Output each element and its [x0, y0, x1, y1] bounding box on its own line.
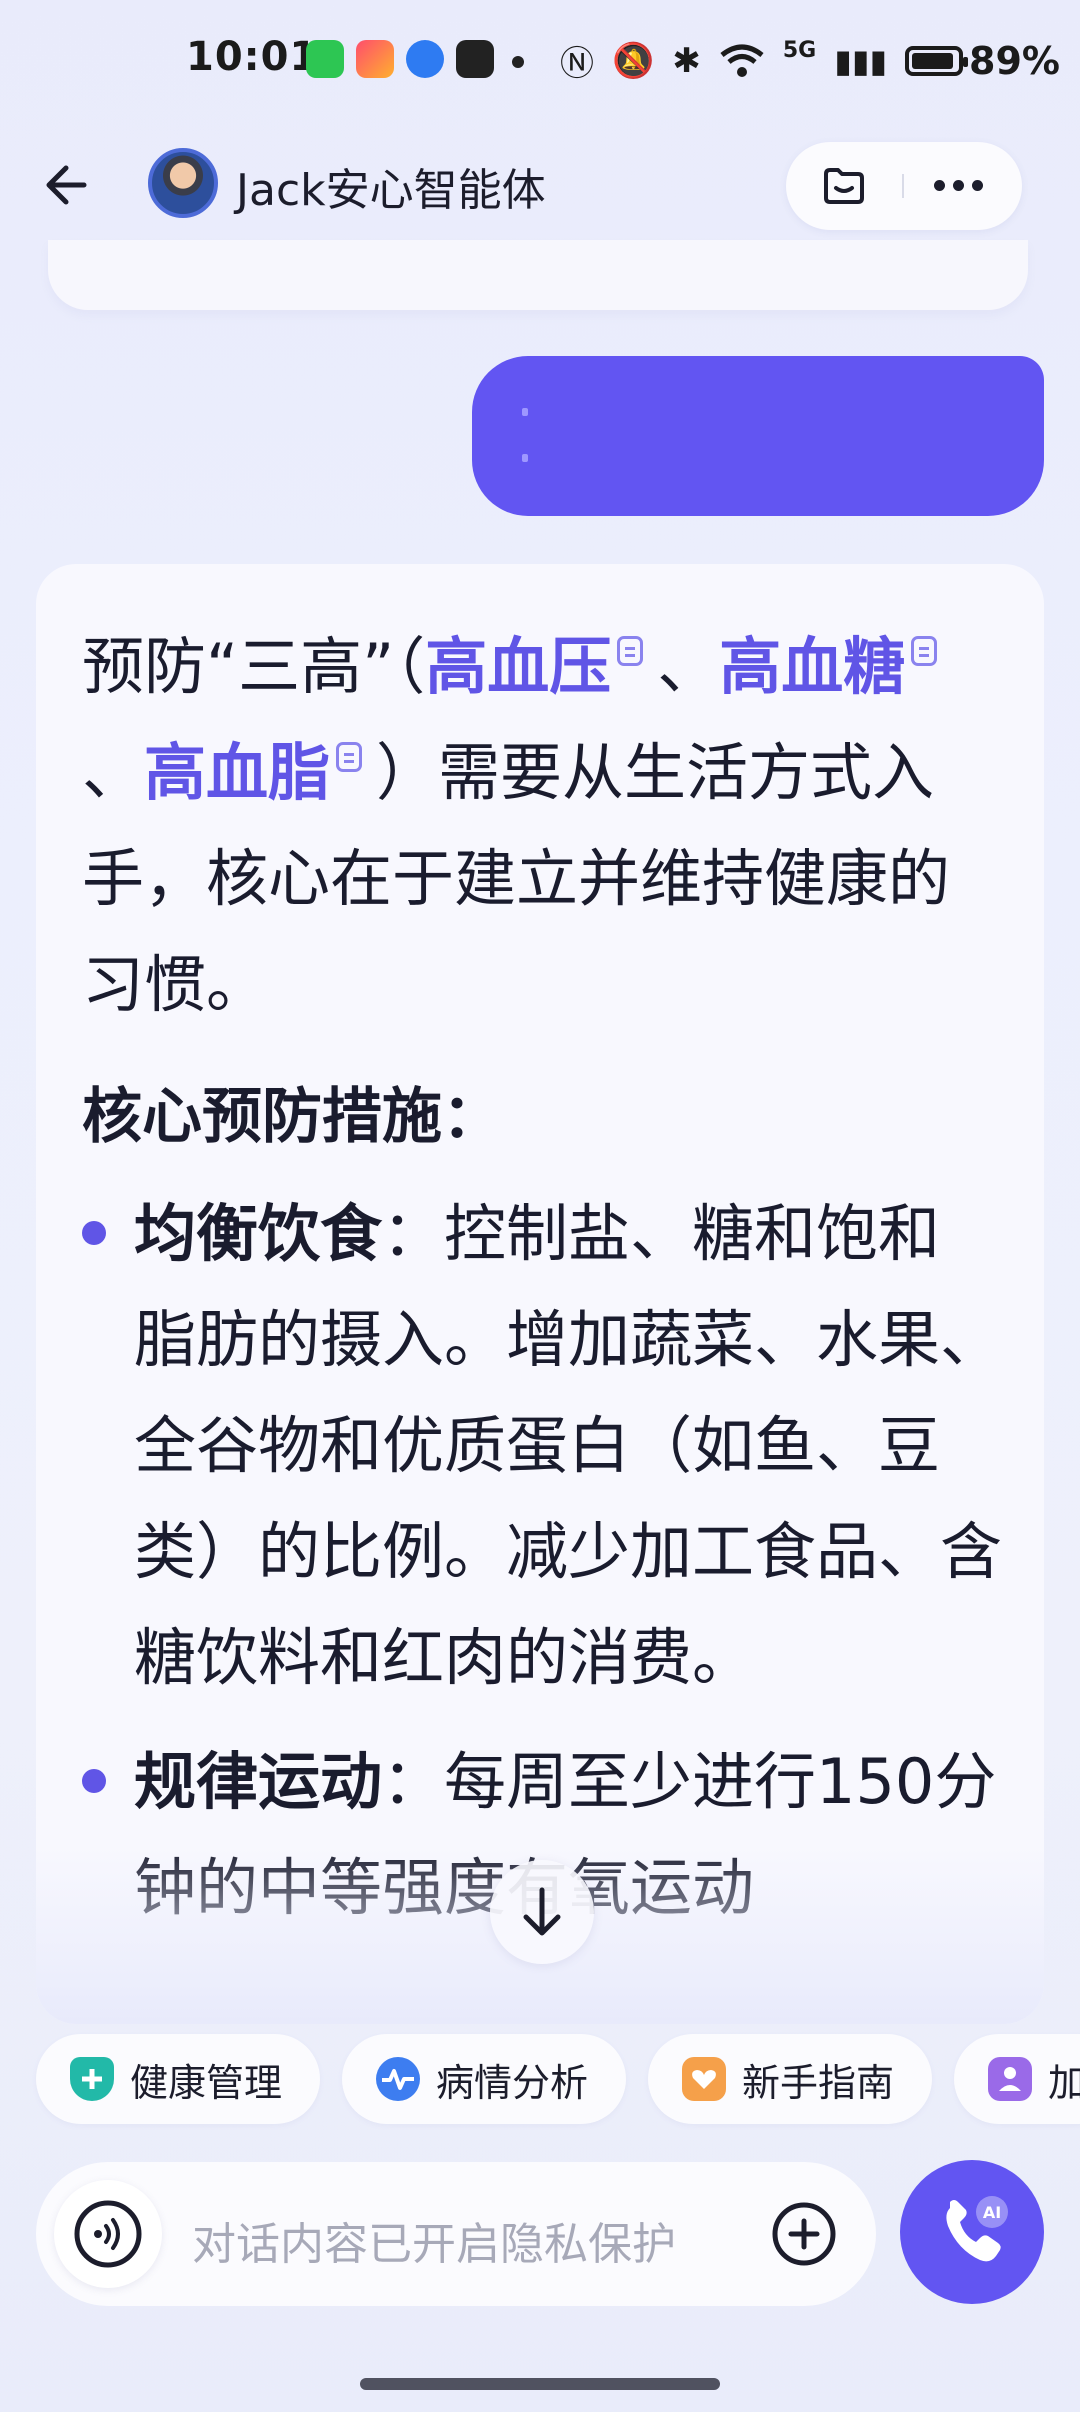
agent-avatar[interactable]	[148, 148, 218, 218]
user-message-bubble[interactable]	[472, 356, 1044, 516]
scroll-to-bottom-button[interactable]	[490, 1860, 594, 1964]
message-input[interactable]: 对话内容已开启隐私保护	[192, 2208, 676, 2272]
assistant-answer-card: 预防“三高”（高血压 、高血糖、高血脂 ）需要从生活方式入手，核心在于建立并维持健康…	[36, 564, 1044, 2024]
signal-icon: 5G	[782, 38, 817, 63]
chip-label: 新手指南	[742, 2060, 895, 2105]
chip-condition-analysis[interactable]: 病情分析	[342, 2034, 627, 2124]
ai-badge: AI	[983, 2203, 1001, 2222]
link-hypertension[interactable]: 高血压	[425, 630, 611, 703]
quick-action-chips: 健康管理 病情分析 新手指南 加	[36, 2034, 1080, 2124]
health-shield-icon	[70, 2057, 114, 2101]
list-item: 均衡饮食：控制盐、糖和饱和脂肪的摄入。增加蔬菜、水果、全谷物和优质蛋白（如鱼、豆…	[82, 1181, 1002, 1711]
section-heading: 核心预防措施：	[82, 1082, 502, 1152]
intro-text: 、	[82, 736, 145, 809]
news-app-icon	[456, 40, 494, 78]
chip-label: 健康管理	[130, 2060, 283, 2105]
intro-text: 、	[657, 630, 720, 703]
chip-more[interactable]: 加	[954, 2034, 1080, 2124]
chip-beginner-guide[interactable]: 新手指南	[648, 2034, 933, 2124]
home-indicator[interactable]	[360, 2378, 720, 2390]
bullet-dot	[82, 1769, 106, 1793]
bullet-dot	[82, 1221, 106, 1245]
browser-app-icon	[406, 40, 444, 78]
message-input-bar: 对话内容已开启隐私保护	[36, 2162, 876, 2306]
battery-indicator: 89%	[905, 39, 1060, 83]
more-options-icon[interactable]	[934, 180, 983, 191]
battery-icon	[905, 45, 969, 76]
ai-voice-call-button[interactable]: AI	[900, 2160, 1044, 2304]
status-bar: 10:01 Ⓝ 🔕 ✱ 5G ▮▮▮ 89%	[0, 0, 1080, 120]
reference-icon[interactable]	[911, 636, 938, 667]
reference-icon[interactable]	[617, 636, 644, 667]
status-time: 10:01	[186, 34, 319, 80]
link-hyperglycemia[interactable]: 高血糖	[719, 630, 905, 703]
chip-label: 病情分析	[436, 2060, 589, 2105]
chip-health-management[interactable]: 健康管理	[36, 2034, 321, 2124]
system-icons: Ⓝ 🔕 ✱ 5G ▮▮▮ 89%	[560, 36, 1060, 85]
wifi-icon	[720, 44, 764, 77]
person-icon	[988, 2057, 1033, 2101]
nfc-icon: Ⓝ	[560, 44, 594, 84]
wechat-icon	[306, 40, 344, 78]
video-app-icon	[356, 40, 394, 78]
heart-hand-icon	[682, 2057, 727, 2101]
answer-intro: 预防“三高”（高血压 、高血糖、高血脂 ）需要从生活方式入手，核心在于建立并维持健康…	[82, 614, 1002, 1038]
redacted-text	[522, 454, 528, 462]
mute-bell-icon: 🔕	[612, 40, 655, 81]
voice-wave-icon	[74, 2200, 142, 2268]
bullet-title: 规律运动	[134, 1745, 383, 1818]
divider	[902, 174, 904, 198]
folder-chat-icon[interactable]	[820, 162, 868, 210]
signal-bars-icon: ▮▮▮	[834, 41, 888, 80]
chip-label: 加	[1048, 2060, 1080, 2105]
arrow-down-icon	[523, 1887, 561, 1936]
battery-level: 89%	[969, 38, 1061, 83]
redacted-text	[522, 408, 528, 416]
header-actions	[786, 142, 1022, 230]
previous-message-card	[48, 240, 1028, 310]
link-hyperlipidemia[interactable]: 高血脂	[144, 736, 330, 809]
reference-icon[interactable]	[336, 742, 363, 773]
bullet-text: ：控制盐、糖和饱和脂肪的摄入。增加蔬菜、水果、全谷物和优质蛋白（如鱼、豆类）的比…	[134, 1197, 1003, 1694]
page-title: Jack安心智能体	[236, 165, 546, 216]
back-arrow-icon[interactable]	[38, 152, 104, 218]
add-icon[interactable]	[770, 2200, 838, 2268]
bullet-title: 均衡饮食	[134, 1197, 383, 1270]
pulse-icon	[376, 2057, 421, 2101]
chat-header: Jack安心智能体	[0, 130, 1080, 240]
intro-text: 预防“三高”（	[82, 630, 426, 703]
voice-input-button[interactable]	[54, 2180, 162, 2288]
notification-icons	[306, 40, 494, 78]
phone-icon: AI	[946, 2196, 1008, 2262]
more-notifications-dot	[512, 56, 524, 68]
bluetooth-icon: ✱	[672, 40, 701, 81]
